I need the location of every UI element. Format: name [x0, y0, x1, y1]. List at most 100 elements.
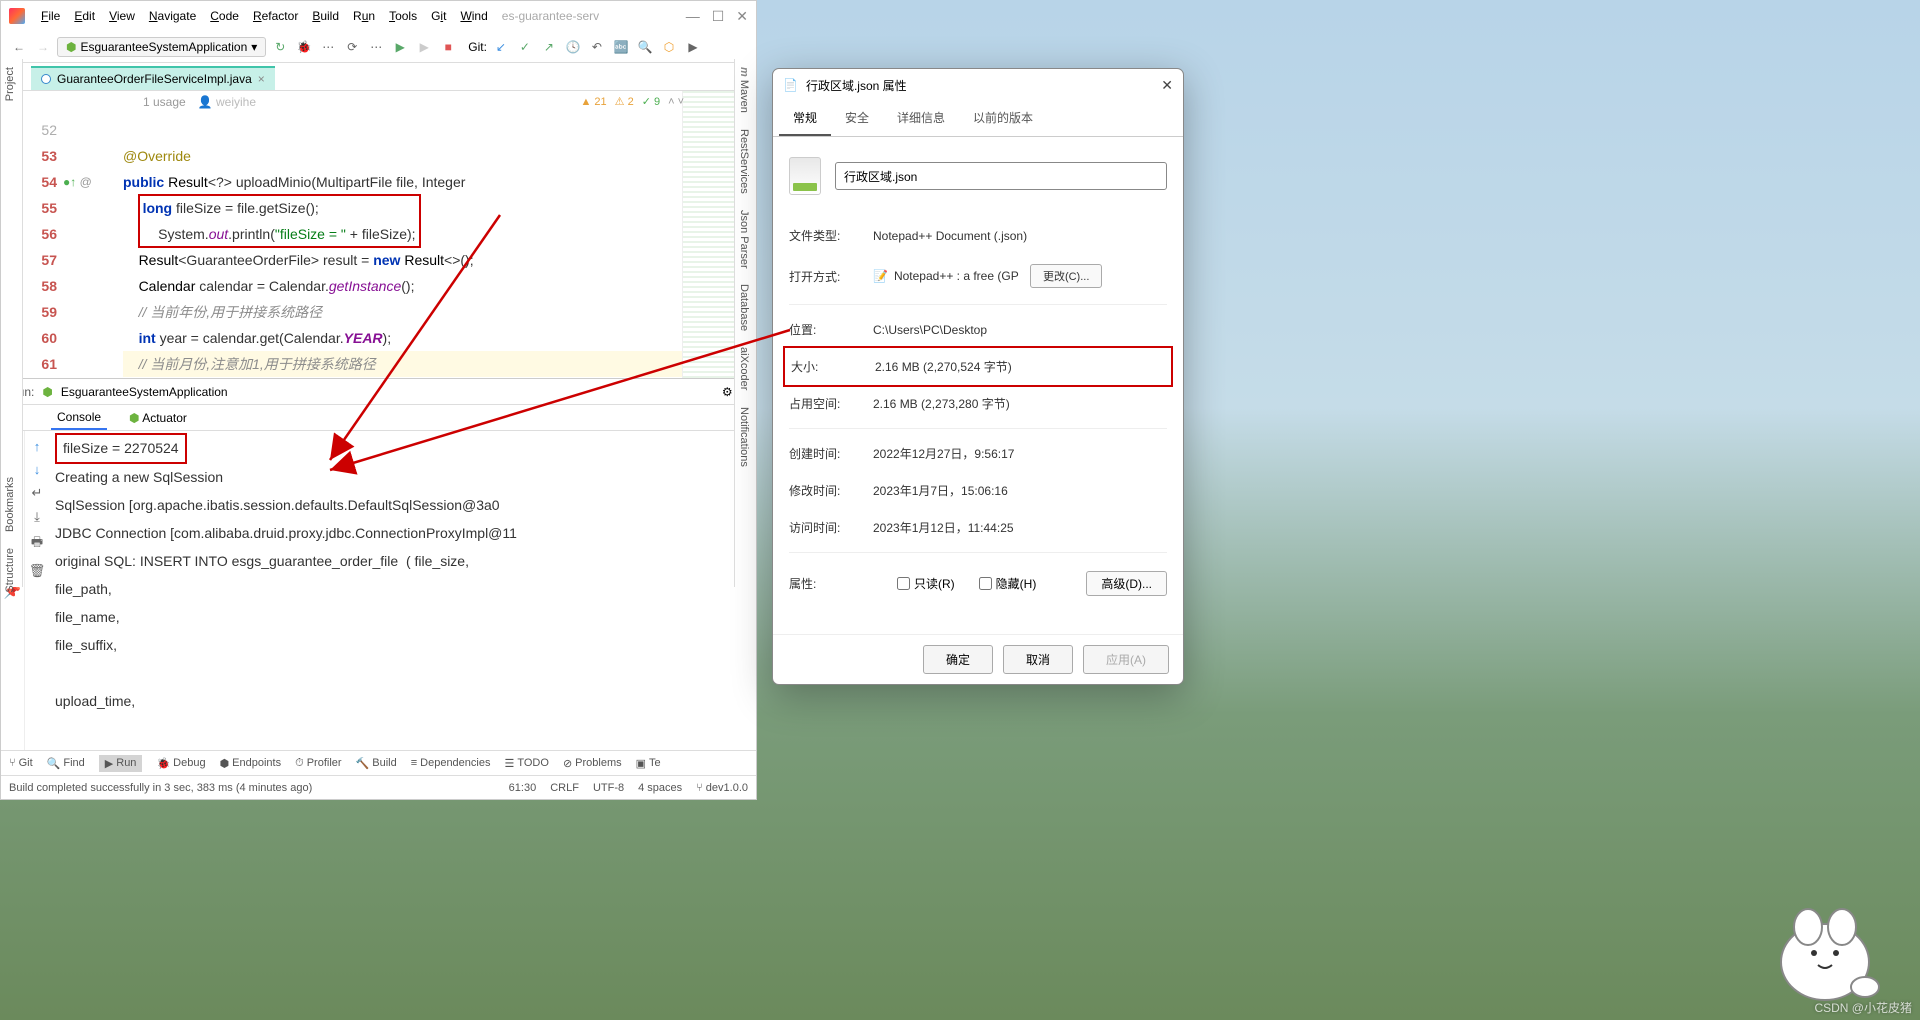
menu-code[interactable]: Code: [204, 5, 245, 27]
sidebar-database[interactable]: Database: [735, 276, 753, 339]
tool-build[interactable]: 🔨 Build: [356, 757, 397, 770]
editor-area: 1 usage 👤 weiyihe ▲ 21 ⚠ 2 ✓ 9 ˄ ˅ 52 53…: [23, 91, 734, 378]
scroll-end-icon[interactable]: ⤓: [34, 509, 40, 525]
filename-input[interactable]: [835, 162, 1167, 190]
created-label: 创建时间:: [789, 445, 873, 462]
tool-debug[interactable]: 🐞 Debug: [156, 757, 205, 770]
ok-button[interactable]: 确定: [923, 645, 993, 674]
indent-size[interactable]: 4 spaces: [638, 782, 682, 794]
clear-icon[interactable]: 🗑: [29, 563, 46, 579]
menu-tools[interactable]: Tools: [383, 5, 423, 27]
cancel-button[interactable]: 取消: [1003, 645, 1073, 674]
apply-button[interactable]: 应用(A): [1083, 645, 1169, 674]
line-gutter[interactable]: 52 53 54 55 56 57 58 59 60 61 62 63: [23, 91, 63, 378]
close-icon[interactable]: ✕: [736, 8, 748, 25]
git-push-icon[interactable]: ↗: [539, 37, 559, 57]
tab-details[interactable]: 详细信息: [883, 101, 959, 136]
tool-git[interactable]: ⑂ Git: [9, 757, 33, 769]
size-value: 2.16 MB (2,270,524 字节): [875, 358, 1165, 375]
console-tab[interactable]: Console: [51, 406, 107, 430]
menu-git[interactable]: Git: [425, 5, 452, 27]
caret-position[interactable]: 61:30: [509, 782, 537, 794]
profiler-icon[interactable]: ⟳: [342, 37, 362, 57]
git-branch[interactable]: ⑂ dev1.0.0: [696, 782, 748, 794]
editor-tabs: GuaranteeOrderFileServiceImpl.java × ⋮: [1, 63, 756, 91]
soft-wrap-icon[interactable]: ↵: [32, 485, 43, 501]
tool-run[interactable]: ▶ Run: [99, 755, 143, 772]
ai-icon[interactable]: ⬡: [659, 37, 679, 57]
ide-window: File Edit View Navigate Code Refactor Bu…: [0, 0, 757, 800]
author-name[interactable]: weiyihe: [216, 95, 256, 109]
chevron-down-icon: ▾: [251, 40, 257, 54]
git-history-icon[interactable]: 🕓: [563, 37, 583, 57]
menu-edit[interactable]: Edit: [68, 5, 101, 27]
sidebar-notifications[interactable]: Notifications: [735, 399, 753, 475]
change-button[interactable]: 更改(C)...: [1030, 264, 1102, 288]
menu-run[interactable]: Run: [347, 5, 381, 27]
maximize-icon[interactable]: ☐: [712, 8, 725, 25]
git-update-icon[interactable]: ↙: [491, 37, 511, 57]
sidebar-maven[interactable]: m Maven: [735, 59, 753, 121]
window-controls: — ☐ ✕: [686, 8, 748, 25]
tab-close-icon[interactable]: ×: [258, 72, 265, 86]
run-config-selector[interactable]: ⬢ EsguaranteeSystemApplication ▾: [57, 37, 266, 57]
sidebar-bookmarks[interactable]: Bookmarks: [1, 469, 19, 540]
tool-find[interactable]: 🔍 Find: [47, 757, 85, 770]
run-icon[interactable]: ⋯: [318, 37, 338, 57]
scroll-up-icon[interactable]: ↑: [34, 439, 41, 454]
run-with-coverage-icon[interactable]: ↻: [270, 37, 290, 57]
actuator-tab[interactable]: ⬢ Actuator: [123, 407, 193, 429]
menu-view[interactable]: View: [103, 5, 141, 27]
tab-previous[interactable]: 以前的版本: [959, 101, 1047, 136]
tab-security[interactable]: 安全: [831, 101, 883, 136]
minimize-icon[interactable]: —: [686, 8, 700, 25]
editor-tab-guaranteeorderfileservice[interactable]: GuaranteeOrderFileServiceImpl.java ×: [31, 66, 275, 90]
forward-icon[interactable]: →: [33, 37, 53, 57]
menu-refactor[interactable]: Refactor: [247, 5, 304, 27]
debug-play-icon[interactable]: ▶: [414, 37, 434, 57]
menu-navigate[interactable]: Navigate: [143, 5, 202, 27]
console-output[interactable]: fileSize = 2270524 Creating a new SqlSes…: [49, 431, 756, 750]
menu-window[interactable]: Wind: [454, 5, 493, 27]
attach-icon[interactable]: ⋯: [366, 37, 386, 57]
close-icon[interactable]: ✕: [1161, 77, 1173, 94]
menu-build[interactable]: Build: [306, 5, 345, 27]
sidebar-jsonparser[interactable]: Json Parser: [735, 202, 753, 277]
sidebar-structure[interactable]: Structure: [1, 540, 19, 601]
readonly-checkbox[interactable]: 只读(R): [897, 575, 955, 592]
rainbow-icon[interactable]: ▶: [683, 37, 703, 57]
print-icon[interactable]: 🖶: [31, 533, 43, 555]
stop-icon[interactable]: ■: [438, 37, 458, 57]
file-encoding[interactable]: UTF-8: [593, 782, 624, 794]
play-icon[interactable]: ▶: [390, 37, 410, 57]
translate-icon[interactable]: 🔤: [611, 37, 631, 57]
usage-count[interactable]: 1 usage: [143, 95, 186, 109]
gutter-icons: ●↑ @: [63, 91, 123, 378]
debug-icon[interactable]: 🐞: [294, 37, 314, 57]
sidebar-aixcoder[interactable]: aiXcoder: [735, 339, 753, 398]
tool-endpoints[interactable]: ⬢ Endpoints: [220, 757, 282, 770]
accessed-value: 2023年1月12日，11:44:25: [873, 519, 1167, 536]
inspections-widget[interactable]: ▲ 21 ⚠ 2 ✓ 9 ˄ ˅: [580, 95, 684, 108]
line-separator[interactable]: CRLF: [550, 782, 579, 794]
menu-file[interactable]: File: [35, 5, 66, 27]
advanced-button[interactable]: 高级(D)...: [1086, 571, 1167, 596]
scroll-down-icon[interactable]: ↓: [34, 462, 41, 477]
search-icon[interactable]: 🔍: [635, 37, 655, 57]
location-label: 位置:: [789, 321, 873, 338]
tool-dependencies[interactable]: ≡ Dependencies: [411, 757, 491, 769]
code-editor[interactable]: @Overridepublic Result<?> uploadMinio(Mu…: [123, 91, 682, 378]
tool-terminal[interactable]: ▣ Te: [636, 757, 661, 770]
back-icon[interactable]: ←: [9, 37, 29, 57]
minimap[interactable]: [682, 91, 734, 378]
hidden-checkbox[interactable]: 隐藏(H): [979, 575, 1037, 592]
left-tool-sidebar: Project Bookmarks Structure: [1, 59, 23, 587]
tab-general[interactable]: 常规: [779, 101, 831, 136]
sidebar-restservices[interactable]: RestServices: [735, 121, 753, 202]
git-rollback-icon[interactable]: ↶: [587, 37, 607, 57]
tool-profiler[interactable]: ⏱ Profiler: [295, 757, 341, 770]
tool-todo[interactable]: ☰ TODO: [504, 757, 548, 770]
sidebar-project[interactable]: Project: [1, 59, 19, 109]
git-commit-icon[interactable]: ✓: [515, 37, 535, 57]
tool-problems[interactable]: ⊘ Problems: [563, 757, 622, 770]
